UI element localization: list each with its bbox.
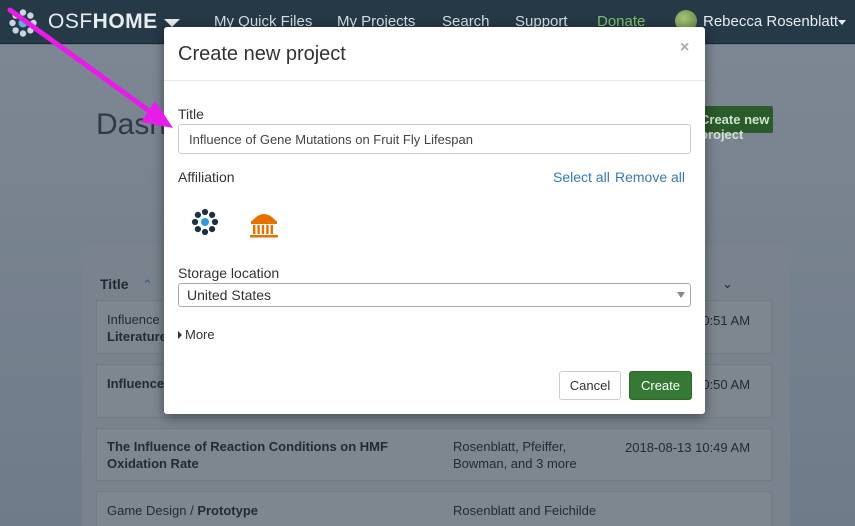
project-name: The Influence of Reaction Conditions on …	[107, 439, 388, 471]
affiliation-label: Affiliation	[178, 169, 235, 185]
user-menu[interactable]: Rebecca Rosenblatt	[703, 13, 838, 30]
project-name: Game Design / Prototype	[107, 503, 258, 518]
osf-affiliation-logo-icon[interactable]	[191, 208, 219, 236]
storage-location-value: United States	[187, 287, 272, 303]
sort-up-icon[interactable]: ⌃	[142, 277, 153, 293]
title-label: Title	[178, 106, 204, 122]
column-header-title[interactable]: Title	[100, 276, 129, 292]
remove-all-link[interactable]: Remove all	[615, 169, 685, 185]
modal-divider	[164, 80, 705, 81]
create-project-modal: Create new project × Title Affiliation S…	[164, 27, 705, 414]
select-all-link[interactable]: Select all	[553, 169, 610, 185]
contributors: Rosenblatt and Feichilde	[453, 503, 597, 518]
uva-affiliation-logo-icon[interactable]	[249, 208, 279, 238]
modal-title: Create new project	[178, 43, 346, 65]
brand-home: HOME	[92, 10, 158, 33]
storage-location-label: Storage location	[178, 265, 280, 281]
select-arrow-icon	[677, 292, 685, 298]
chevron-down-icon[interactable]	[164, 19, 180, 27]
caret-right-icon[interactable]	[178, 331, 182, 339]
create-button[interactable]: Create	[629, 371, 692, 400]
osf-logo-icon[interactable]	[8, 8, 38, 38]
table-row[interactable]: Game Design / Prototype Rosenblatt and F…	[96, 491, 772, 526]
brand[interactable]: OSFHOME	[48, 10, 158, 34]
user-menu-caret-icon[interactable]	[838, 20, 846, 25]
storage-location-select[interactable]: United States	[178, 283, 691, 307]
modified-date: 2018-08-13 10:49 AM	[625, 440, 751, 455]
table-row[interactable]: The Influence of Reaction Conditions on …	[96, 428, 772, 481]
brand-osf: OSF	[48, 10, 93, 33]
cancel-button[interactable]: Cancel	[559, 371, 621, 400]
title-input[interactable]	[178, 124, 691, 154]
more-toggle[interactable]: More	[185, 327, 215, 342]
sort-down-icon[interactable]: ⌄	[722, 276, 733, 292]
close-icon[interactable]: ×	[680, 39, 689, 57]
contributors: Rosenblatt, Pfeiffer, Bowman, and 3 more	[453, 439, 577, 471]
